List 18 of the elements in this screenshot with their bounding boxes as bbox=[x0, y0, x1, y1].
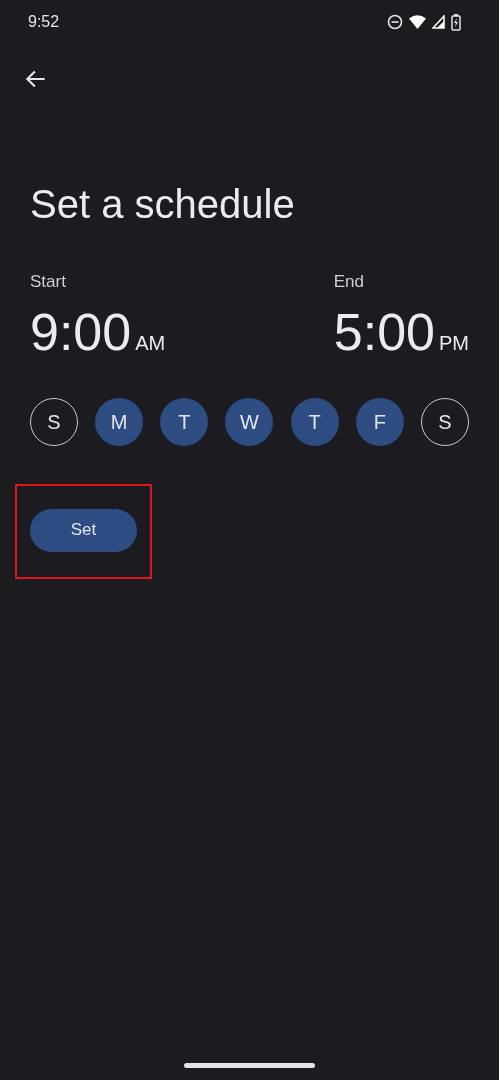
time-period: AM bbox=[135, 332, 166, 355]
time-value[interactable]: 9:00 bbox=[30, 304, 132, 360]
day-toggle[interactable]: T bbox=[160, 398, 209, 446]
battery-charging-icon bbox=[451, 13, 461, 31]
day-toggle[interactable]: W bbox=[225, 398, 274, 446]
do-not-disturb-icon bbox=[387, 14, 403, 30]
status-time: 9:52 bbox=[28, 13, 60, 31]
time-period: PM bbox=[439, 332, 469, 355]
time-label: Start bbox=[30, 272, 67, 292]
set-button[interactable]: Set bbox=[30, 508, 137, 552]
day-toggle[interactable]: M bbox=[95, 398, 144, 446]
time-value[interactable]: 5:00 bbox=[333, 304, 435, 360]
day-toggle[interactable]: F bbox=[355, 398, 404, 446]
day-toggle[interactable]: T bbox=[290, 398, 339, 446]
signal-icon bbox=[432, 15, 445, 29]
time-label: End bbox=[333, 272, 366, 292]
page-title: Set a schedule bbox=[30, 181, 296, 228]
wifi-icon bbox=[409, 15, 426, 29]
